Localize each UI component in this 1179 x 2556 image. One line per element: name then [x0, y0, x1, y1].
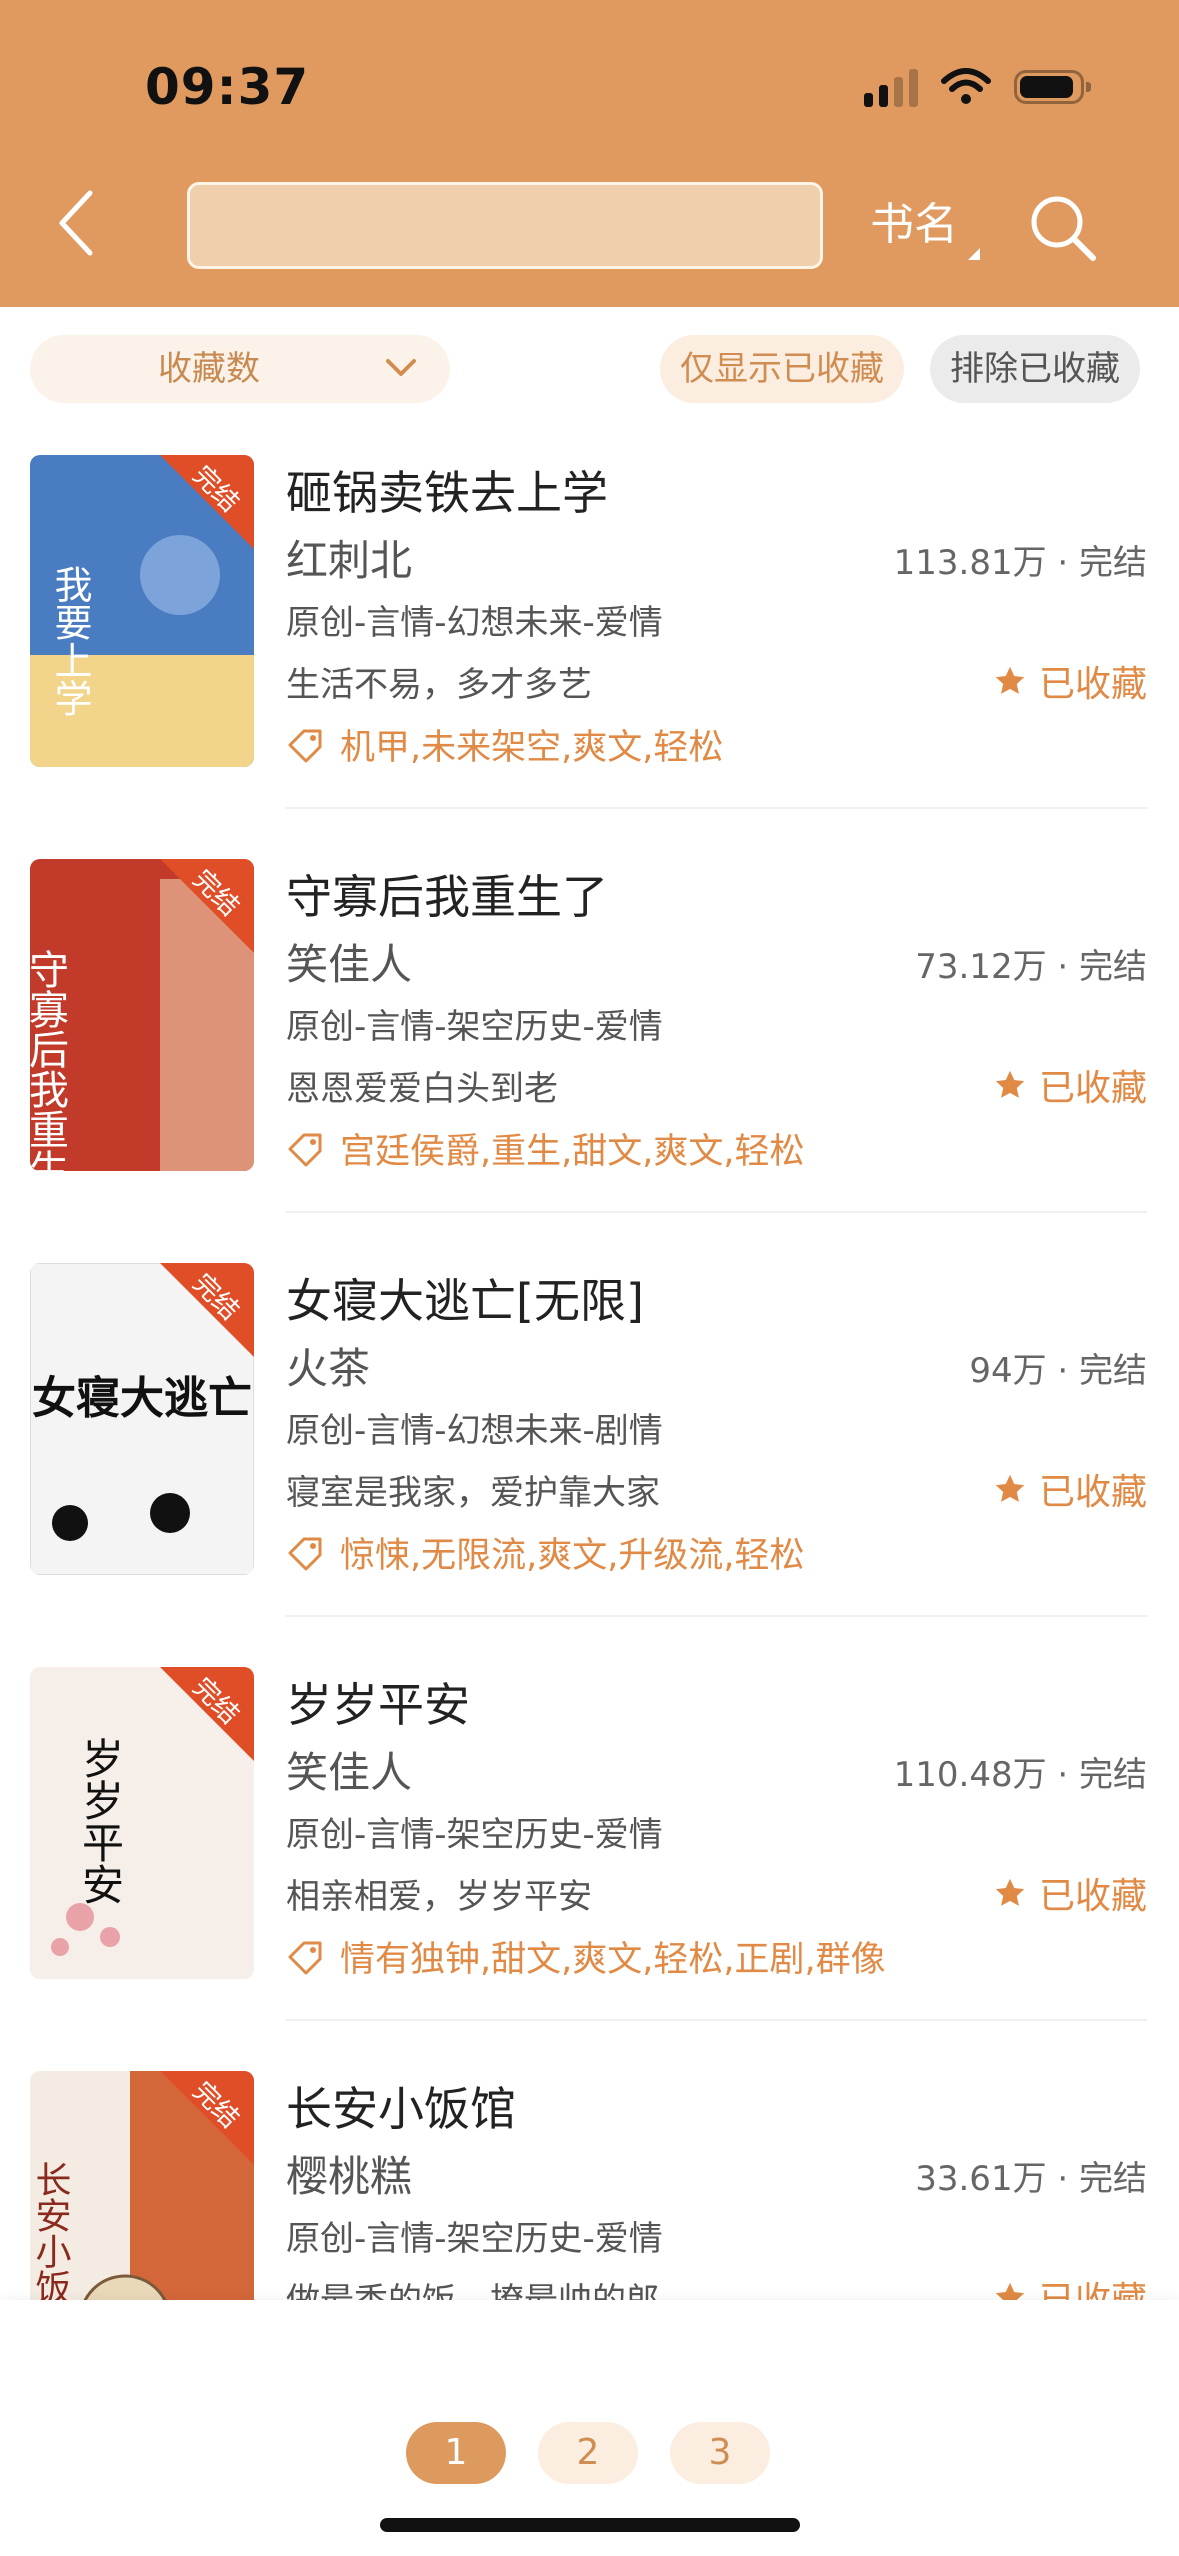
- search-icon[interactable]: [1025, 190, 1100, 265]
- book-author: 火茶: [286, 1344, 371, 1393]
- book-tags: 惊悚,无限流,爽文,升级流,轻松: [286, 1527, 805, 1578]
- star-icon: [995, 1474, 1025, 1502]
- book-item[interactable]: 岁岁平安 完结 岁岁平安 笑佳人 110.48万 · 完结 原创-言情-架空历史…: [0, 1617, 1179, 2021]
- page-1-button[interactable]: 1: [406, 2422, 506, 2484]
- book-tags: 机甲,未来架空,爽文,轻松: [286, 719, 723, 770]
- book-item[interactable]: 守寡后我重生了 完结 守寡后我重生了 笑佳人 73.12万 · 完结 原创-言情…: [0, 809, 1179, 1213]
- cover-title: 岁岁平安: [76, 1737, 125, 1905]
- sort-dropdown[interactable]: 收藏数: [30, 335, 450, 403]
- filter-bar: 收藏数 仅显示已收藏 排除已收藏: [0, 335, 1179, 405]
- sort-label: 收藏数: [158, 349, 260, 389]
- book-title: 岁岁平安: [286, 1678, 470, 1732]
- favorite-label: 已收藏: [1038, 664, 1147, 705]
- book-author: 樱桃糕: [286, 2152, 413, 2201]
- status-time: 09:37: [145, 58, 310, 116]
- book-category: 原创-言情-幻想未来-剧情: [286, 1411, 663, 1451]
- search-type-dropdown[interactable]: 书名: [870, 188, 980, 260]
- book-stats: 113.81万 · 完结: [893, 543, 1147, 583]
- tags-text: 惊悚,无限流,爽文,升级流,轻松: [340, 1536, 805, 1576]
- book-stats: 110.48万 · 完结: [893, 1755, 1147, 1795]
- tags-text: 宫廷侯爵,重生,甜文,爽文,轻松: [340, 1132, 805, 1172]
- book-title: 砸锅卖铁去上学: [286, 466, 608, 520]
- book-title: 长安小饭馆: [286, 2082, 516, 2136]
- favorite-status[interactable]: 已收藏: [993, 1867, 1147, 1919]
- book-category: 原创-言情-架空历史-爱情: [286, 1815, 663, 1855]
- star-icon: [995, 1878, 1025, 1906]
- tags-text: 情有独钟,甜文,爽文,轻松,正剧,群像: [340, 1940, 886, 1980]
- book-stats: 73.12万 · 完结: [915, 947, 1147, 987]
- book-category: 原创-言情-幻想未来-爱情: [286, 603, 663, 643]
- back-arrow-icon[interactable]: [48, 183, 108, 263]
- tag-icon: [288, 1537, 322, 1570]
- status-icons: [864, 62, 1091, 112]
- book-category: 原创-言情-架空历史-爱情: [286, 1007, 663, 1047]
- book-title: 守寡后我重生了: [286, 870, 608, 924]
- book-item[interactable]: 我要上学 完结 砸锅卖铁去上学 红刺北 113.81万 · 完结 原创-言情-幻…: [0, 405, 1179, 809]
- book-author: 笑佳人: [286, 940, 413, 989]
- book-title: 女寝大逃亡[无限]: [286, 1274, 644, 1328]
- tags-text: 机甲,未来架空,爽文,轻松: [340, 728, 724, 768]
- star-icon: [995, 1070, 1025, 1098]
- star-icon: [995, 666, 1025, 694]
- page-3-button[interactable]: 3: [670, 2422, 770, 2484]
- search-type-label: 书名: [870, 199, 958, 250]
- book-blurb: 恩恩爱爱白头到老: [286, 1069, 558, 1109]
- book-tags: 宫廷侯爵,重生,甜文,爽文,轻松: [286, 1123, 805, 1174]
- chevron-down-icon: [386, 359, 416, 376]
- book-author: 笑佳人: [286, 1748, 413, 1797]
- book-author: 红刺北: [286, 536, 413, 585]
- favorite-status[interactable]: 已收藏: [993, 1463, 1147, 1515]
- favorite-status[interactable]: 已收藏: [993, 655, 1147, 707]
- tag-icon: [288, 1133, 322, 1166]
- book-stats: 94万 · 完结: [969, 1351, 1147, 1391]
- book-blurb: 相亲相爱，岁岁平安: [286, 1877, 592, 1917]
- favorite-label: 已收藏: [1038, 1876, 1147, 1917]
- battery-icon: [1014, 70, 1091, 104]
- favorite-status[interactable]: 已收藏: [993, 1059, 1147, 1111]
- page-2-button[interactable]: 2: [538, 2422, 638, 2484]
- book-cover: 岁岁平安 完结: [30, 1667, 254, 1979]
- search-input[interactable]: [187, 182, 823, 269]
- tag-icon: [288, 1941, 322, 1974]
- favorite-label: 已收藏: [1038, 1472, 1147, 1513]
- book-blurb: 寝室是我家，爱护靠大家: [286, 1473, 660, 1513]
- favorite-label: 已收藏: [1038, 1068, 1147, 1109]
- cellular-signal-icon: [864, 67, 918, 107]
- cover-title: 守寡后我重生了: [30, 949, 68, 1171]
- book-category: 原创-言情-架空历史-爱情: [286, 2219, 663, 2259]
- book-item[interactable]: 女寝大逃亡 完结 女寝大逃亡[无限] 火茶 94万 · 完结 原创-言情-幻想未…: [0, 1213, 1179, 1617]
- dropdown-corner-icon: [968, 248, 980, 260]
- book-blurb: 生活不易，多才多艺: [286, 665, 592, 705]
- cover-title: 女寝大逃亡: [32, 1373, 252, 1424]
- only-saved-filter[interactable]: 仅显示已收藏: [660, 335, 904, 403]
- book-tags: 情有独钟,甜文,爽文,轻松,正剧,群像: [286, 1931, 886, 1982]
- wifi-icon: [941, 68, 991, 104]
- cover-title: 我要上学: [48, 565, 92, 717]
- exclude-saved-filter[interactable]: 排除已收藏: [930, 335, 1140, 403]
- home-indicator[interactable]: [380, 2518, 800, 2532]
- book-cover: 守寡后我重生了 完结: [30, 859, 254, 1171]
- book-cover: 我要上学 完结: [30, 455, 254, 767]
- top-bar: 09:37 书名: [0, 0, 1179, 307]
- book-stats: 33.61万 · 完结: [915, 2159, 1147, 2199]
- tag-icon: [288, 729, 322, 762]
- book-cover: 女寝大逃亡 完结: [30, 1263, 254, 1575]
